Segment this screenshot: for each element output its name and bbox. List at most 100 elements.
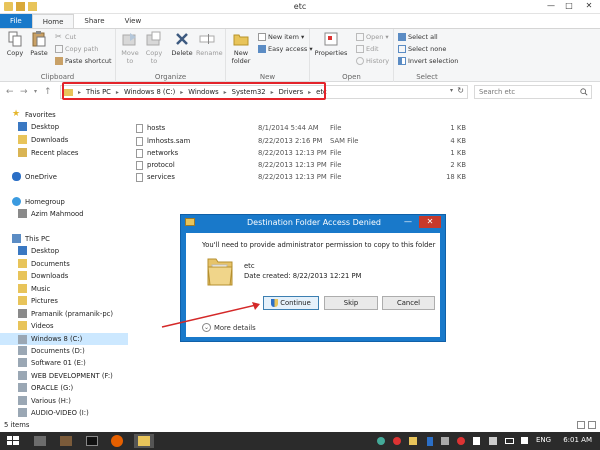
new-item-button[interactable]: New item ▾ [258,33,304,41]
app-icon[interactable] [58,434,76,448]
nav-videos[interactable]: Videos [18,321,54,330]
delete-button[interactable]: Delete [171,31,193,57]
nav-pc-desktop[interactable]: Desktop [18,246,59,255]
user-icon [18,309,27,318]
nav-documents[interactable]: Documents [18,259,70,268]
nav-pramanik[interactable]: Pramanik (pramanik-pc) [18,309,113,318]
chevron-down-icon[interactable]: ▾ [450,87,453,94]
nav-pictures[interactable]: Pictures [18,296,58,305]
nav-this-pc[interactable]: This PC [12,234,50,243]
firefox-icon[interactable] [110,434,128,448]
navigation-pane: ★ Favorites Desktop Downloads Recent plac… [0,102,128,418]
new-folder-button[interactable]: New folder [230,31,252,65]
input-language[interactable]: ENG [536,436,551,444]
nav-various-h-label: Various (H:) [31,396,71,405]
copy-to-button[interactable]: Copy to [143,31,165,65]
nav-downloads[interactable]: Downloads [18,135,68,144]
search-input[interactable]: Search etc [474,85,592,99]
nav-pc-downloads[interactable]: Downloads [18,271,68,280]
recent-locations-chevron-icon[interactable]: ▾ [34,86,37,98]
nav-this-pc-label: This PC [25,234,50,243]
tab-share[interactable]: Share [74,14,114,28]
open-button[interactable]: Open ▾ [356,33,389,41]
dialog-minimize-button[interactable]: — [401,216,415,228]
details-view-icon[interactable] [577,421,585,429]
nav-windows-8-c[interactable]: Windows 8 (C:) [0,333,128,345]
rename-button[interactable]: Rename [196,31,223,57]
cut-button[interactable]: ✂ Cut [55,33,76,42]
nav-oracle-g[interactable]: ORACLE (G:) [18,383,73,392]
file-size: 1 KB [450,149,466,157]
history-button[interactable]: History [356,57,389,65]
nav-music[interactable]: Music [18,284,50,293]
edit-button[interactable]: Edit [356,45,379,53]
copy-button[interactable]: Copy [4,31,26,57]
file-row[interactable]: networks 8/22/2013 12:13 PM File 1 KB [130,147,470,159]
nav-user-label: Azim Mahmood [31,209,84,218]
paste-shortcut-button[interactable]: Paste shortcut [55,57,112,65]
invert-selection-button[interactable]: Invert selection [398,57,458,65]
tab-home[interactable]: Home [31,14,75,28]
cancel-button[interactable]: Cancel [382,296,435,310]
nav-recent-places[interactable]: Recent places [18,148,78,157]
refresh-icon[interactable]: ↻ [457,86,464,95]
start-windows-icon[interactable] [6,434,24,448]
file-row[interactable]: lmhosts.sam 8/22/2013 2:16 PM SAM File 4 KB [130,135,470,147]
easy-access-button[interactable]: Easy access ▾ [258,45,313,53]
large-icons-view-icon[interactable] [588,421,596,429]
status-bar: 5 items [0,418,600,432]
up-arrow-icon[interactable]: ↑ [44,86,52,98]
file-row[interactable]: services 8/22/2013 12:13 PM File 18 KB [130,171,470,183]
nav-web-development-f[interactable]: WEB DEVELOPMENT (F:) [18,371,113,380]
nav-user[interactable]: Azim Mahmood [18,209,83,218]
forward-arrow-icon[interactable]: → [20,86,28,98]
skip-button[interactable]: Skip [324,296,378,310]
continue-button[interactable]: Continue [263,296,319,310]
drive-icon [18,371,27,380]
nav-web-development-f-label: WEB DEVELOPMENT (F:) [31,371,113,380]
properties-label: Properties [314,49,348,57]
nav-recent-places-label: Recent places [31,148,79,157]
nav-documents-d[interactable]: Documents (D:) [18,346,85,355]
nav-homegroup[interactable]: Homegroup [12,197,65,206]
nav-audio-video-i[interactable]: AUDIO-VIDEO (I:) [18,408,89,417]
file-explorer-icon[interactable] [134,434,154,448]
file-date: 8/22/2013 12:13 PM [258,161,327,169]
easy-access-label: Easy access ▾ [268,45,313,53]
clock[interactable]: 6:01 AM [563,436,592,444]
minimize-button[interactable]: — [542,0,560,12]
new-folder-label: New folder [231,49,251,65]
nav-pc-downloads-label: Downloads [31,271,69,280]
tab-view[interactable]: View [115,14,152,28]
nav-onedrive[interactable]: OneDrive [12,172,57,181]
nav-desktop[interactable]: Desktop [18,122,59,131]
open-group: Properties Open ▾ Edit History Open [310,29,394,83]
downloads-icon [18,271,27,280]
paste-label: Paste [30,49,48,57]
nav-oracle-g-label: ORACLE (G:) [31,383,74,392]
file-row[interactable]: protocol 8/22/2013 12:13 PM File 2 KB [130,159,470,171]
file-type: File [330,161,342,169]
paste-button[interactable]: Paste [28,31,50,57]
new-group-label: New [259,73,276,81]
nav-various-h[interactable]: Various (H:) [18,396,71,405]
organize-group: Move to Copy to Delete Rename Organize [116,29,226,83]
select-all-button[interactable]: Select all [398,33,438,41]
nav-favorites[interactable]: ★ Favorites [12,110,56,119]
maximize-button[interactable]: □ [560,0,578,12]
app-icon[interactable] [32,434,50,448]
cmd-icon[interactable] [84,434,102,448]
copy-path-button[interactable]: Copy path [55,45,98,53]
properties-button[interactable]: Properties [314,31,348,57]
close-button[interactable]: ✕ [580,0,598,12]
copy-to-icon [146,31,162,47]
dialog-close-button[interactable]: ✕ [419,216,441,228]
nav-documents-label: Documents [31,259,70,268]
select-none-button[interactable]: Select none [398,45,446,53]
volume-icon[interactable] [518,434,536,448]
file-row[interactable]: hosts 8/1/2014 5:44 AM File 1 KB [130,122,470,134]
nav-software-e[interactable]: Software 01 (E:) [18,358,86,367]
back-arrow-icon[interactable]: ← [6,86,14,98]
tab-file[interactable]: File [0,14,32,28]
move-to-button[interactable]: Move to [119,31,141,65]
